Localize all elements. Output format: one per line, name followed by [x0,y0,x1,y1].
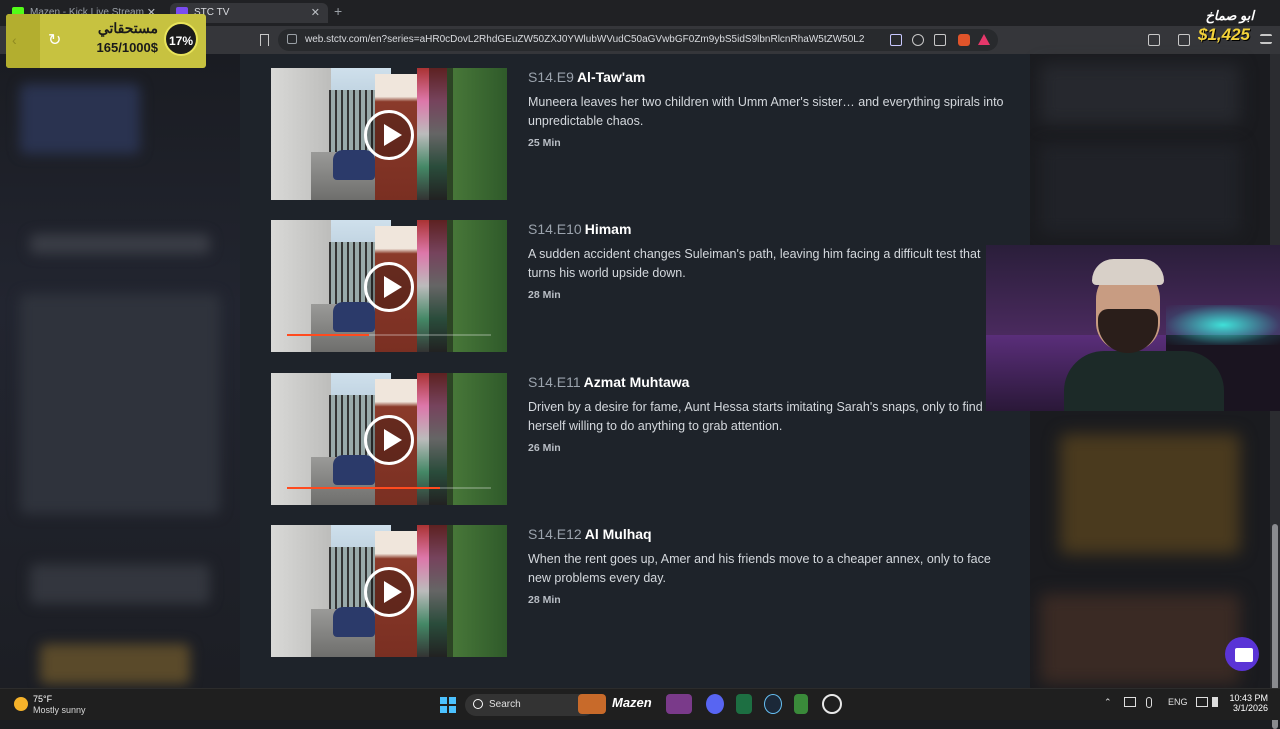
episode-thumbnail[interactable] [271,220,507,352]
play-icon[interactable] [364,567,414,617]
search-icon [473,699,483,709]
back-arrow-icon[interactable]: ‹ [12,32,17,48]
episode-name: Al-Taw'am [576,69,646,85]
microphone-icon[interactable] [1146,697,1152,708]
windows-start-icon[interactable] [440,697,456,713]
episode-title[interactable]: S14.E11 Azmat Muhtawa [528,374,689,390]
episode-name: Al Mulhaq [584,526,652,542]
episode-item[interactable]: S14.E9 Al-Taw'am Muneera leaves her two c… [271,68,1011,200]
episode-name: Himam [584,221,632,237]
episode-code: S14.E12 [528,526,582,542]
episode-item[interactable]: S14.E10 Himam A sudden accident changes S… [271,220,1011,352]
close-tab-icon[interactable]: ✕ [311,3,320,23]
clock-date: 3/1/2026 [1232,703,1268,713]
episode-title[interactable]: S14.E12 Al Mulhaq [528,526,652,542]
app-icon[interactable] [666,694,692,714]
app-icon[interactable] [794,694,808,714]
menu-icon[interactable] [1260,34,1272,44]
streamer-name: Mazen [612,695,652,710]
episode-description: When the rent goes up, Amer and his frie… [528,552,991,585]
top-donor-name: ابو صماخ [1205,8,1254,23]
webcam-overlay [986,245,1280,411]
episode-item[interactable]: S14.E12 Al Mulhaq When the rent goes up, … [271,525,1011,657]
app-icon[interactable] [578,694,606,714]
episode-duration: 25 Min [528,137,561,149]
display-icon[interactable] [1196,697,1208,707]
picture-in-picture-icon[interactable] [890,34,902,46]
watch-progress-fill [287,487,440,489]
reader-mode-icon[interactable] [1148,34,1160,46]
volume-icon[interactable] [1212,697,1222,707]
episode-duration: 28 Min [528,289,561,301]
play-icon[interactable] [364,110,414,160]
taskbar: 75°F Mostly sunny Search Mazen ⌃ ENG 10:… [0,688,1280,720]
episode-thumbnail[interactable] [271,68,507,200]
play-icon[interactable] [364,262,414,312]
password-key-icon[interactable] [912,34,924,46]
weather-condition[interactable]: Mostly sunny [33,705,86,715]
site-info-icon[interactable] [287,34,297,44]
donation-goal-widget: ‹ ↻ مستحقاتي 165/1000$ 17% [6,14,206,68]
episode-code: S14.E10 [528,221,582,237]
episode-duration: 26 Min [528,442,561,454]
brave-shield-icon[interactable] [958,34,970,46]
episode-description: Driven by a desire for fame, Aunt Hessa … [528,400,983,433]
episode-name: Azmat Muhtawa [583,374,690,390]
weather-sun-icon[interactable] [14,697,28,711]
excel-icon[interactable] [736,694,752,714]
donation-amount: 165/1000$ [96,40,158,55]
watch-progress-bar [287,334,491,336]
donation-percent: 17% [164,22,198,56]
network-icon[interactable] [1124,697,1136,707]
weather-temperature[interactable]: 75°F [33,694,52,704]
top-donor-amount: $1,425 [1198,25,1250,44]
episode-description: A sudden accident changes Suleiman's pat… [528,247,981,280]
episode-list: S14.E9 Al-Taw'am Muneera leaves her two c… [240,54,1030,688]
episode-thumbnail[interactable] [271,373,507,505]
blurred-background-left [0,54,240,688]
episode-title[interactable]: S14.E10 Himam [528,221,631,237]
episode-duration: 28 Min [528,594,561,606]
omnibox[interactable]: web.stctv.com/en?series=aHR0cDovL2RhdGEu… [278,29,998,51]
taskbar-clock[interactable]: 10:43 PM 3/1/2026 [1228,693,1268,713]
refresh-icon[interactable]: ↻ [48,30,61,50]
episode-title[interactable]: S14.E9 Al-Taw'am [528,69,645,85]
watch-progress-fill [287,334,369,336]
new-tab-button[interactable]: + [334,3,342,19]
episode-item[interactable]: S14.E11 Azmat Muhtawa Driven by a desire … [271,373,1011,505]
episode-description: Muneera leaves her two children with Umm… [528,95,1004,128]
watch-progress-bar [287,487,491,489]
bookmark-icon[interactable] [260,34,269,46]
search-label: Search [489,699,521,710]
steam-icon[interactable] [764,694,782,714]
obs-icon[interactable] [822,694,842,714]
taskbar-search[interactable]: Search [465,694,595,716]
episode-thumbnail[interactable] [271,525,507,657]
play-icon[interactable] [364,415,414,465]
donation-label: مستحقاتي [97,20,158,36]
chevron-up-icon[interactable]: ⌃ [1104,697,1112,708]
episode-code: S14.E11 [528,374,581,390]
discord-icon[interactable] [706,694,724,714]
language-indicator[interactable]: ENG [1168,697,1188,707]
brave-rewards-icon[interactable] [978,34,990,45]
clock-time: 10:43 PM [1229,693,1268,703]
chat-button[interactable] [1225,637,1259,671]
episode-code: S14.E9 [528,69,574,85]
share-icon[interactable] [934,34,946,46]
url-text[interactable]: web.stctv.com/en?series=aHR0cDovL2RhdGEu… [305,34,865,45]
